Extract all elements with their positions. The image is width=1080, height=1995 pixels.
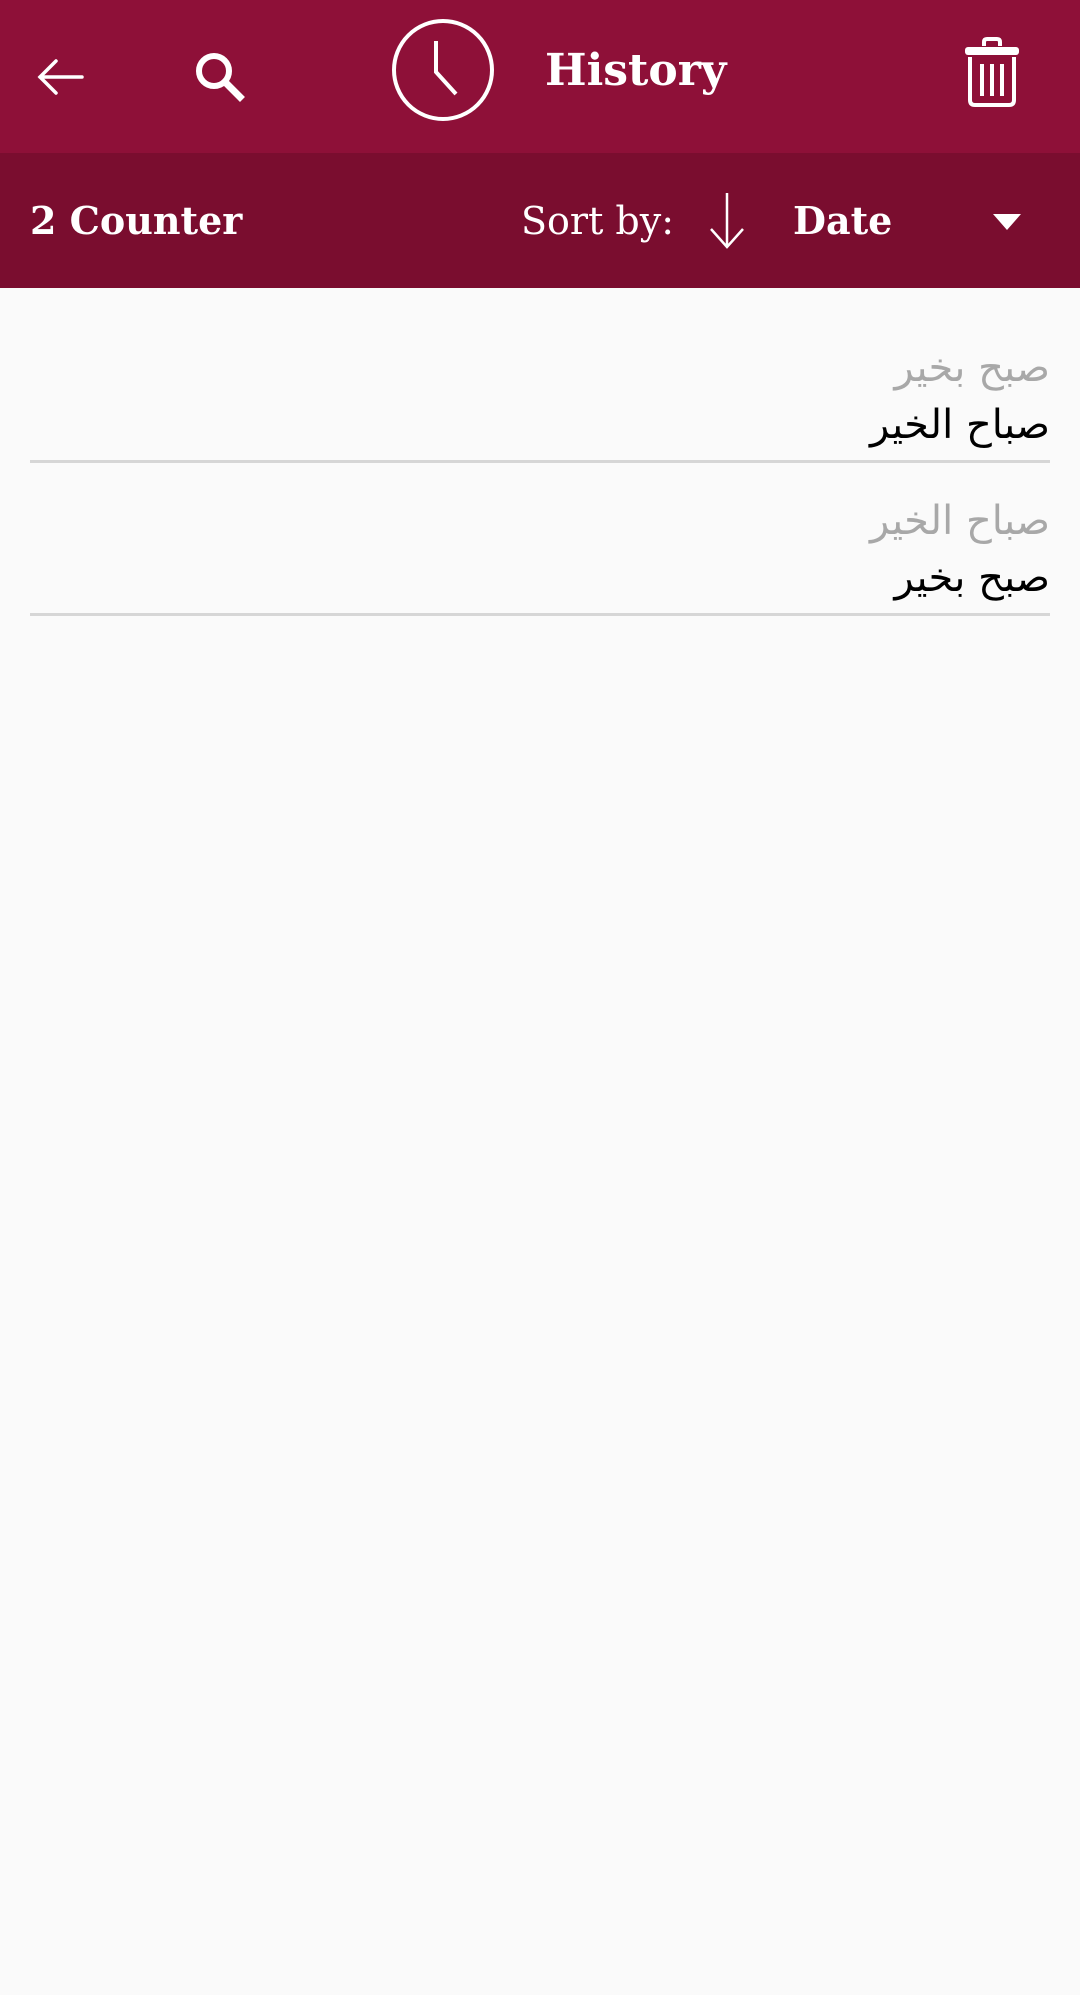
translation-text: صبح بخير — [894, 555, 1050, 601]
arrow-down-icon — [710, 193, 744, 249]
history-count: 2 Counter — [30, 198, 243, 243]
sort-select[interactable]: Date — [793, 190, 892, 252]
back-button[interactable] — [20, 37, 100, 117]
source-text: صباح الخير — [869, 498, 1050, 544]
sort-dropdown-toggle[interactable] — [985, 205, 1029, 239]
history-list: صبح بخير صباح الخير صباح الخير صبح بخير — [30, 340, 1050, 616]
triangle-down-icon — [993, 214, 1021, 230]
clock-icon — [392, 19, 494, 121]
delete-history-button[interactable] — [950, 30, 1034, 114]
history-clock — [390, 17, 496, 123]
trash-icon — [965, 37, 1019, 107]
source-text: صبح بخير — [894, 345, 1050, 391]
arrow-left-icon — [37, 59, 84, 95]
list-item[interactable]: صبح بخير صباح الخير — [30, 340, 1050, 463]
sort-direction-button[interactable] — [700, 190, 754, 252]
translation-text: صباح الخير — [869, 402, 1050, 448]
search-icon — [196, 53, 245, 102]
sort-label: Sort by: — [521, 199, 675, 243]
page-title: History — [545, 45, 727, 96]
app-bar: History — [0, 0, 1080, 153]
list-item[interactable]: صباح الخير صبح بخير — [30, 493, 1050, 616]
search-button[interactable] — [180, 37, 260, 117]
